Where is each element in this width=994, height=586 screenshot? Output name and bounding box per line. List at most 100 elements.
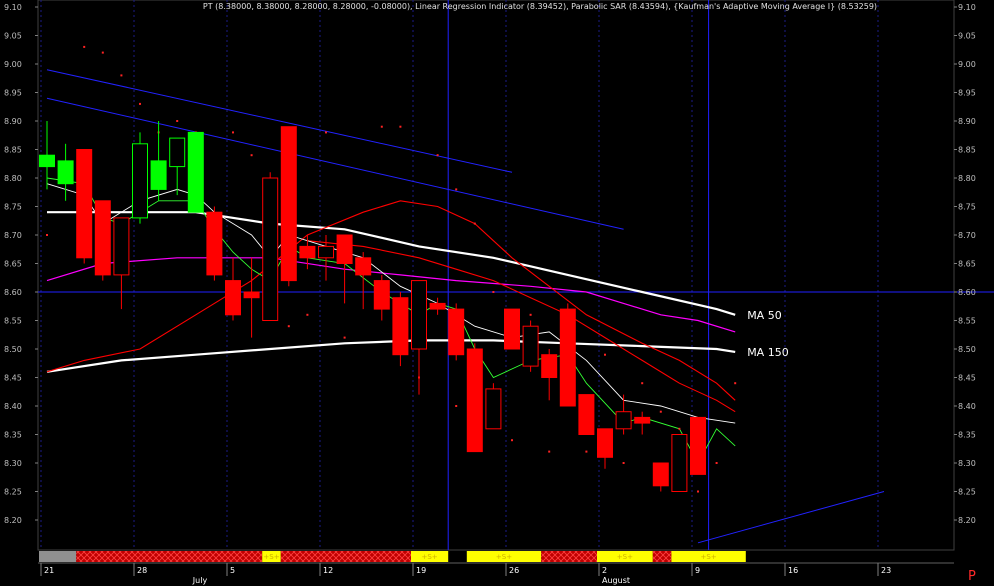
sar-dot [139, 102, 141, 105]
y-tick-label-right: 8.85 [958, 146, 976, 155]
y-tick-label-left: 8.30 [4, 459, 22, 468]
y-tick-label-right: 8.75 [958, 203, 976, 212]
y-tick-label-right: 8.20 [958, 516, 976, 525]
candle-body [355, 257, 372, 276]
candle-body [690, 416, 706, 475]
candle-body [541, 354, 558, 379]
sar-dot [287, 325, 290, 328]
series-label: MA 150 [747, 346, 789, 359]
signal-strip-segment [39, 551, 77, 562]
candle-body [225, 280, 241, 316]
sar-dot [697, 490, 699, 493]
sar-dot [473, 222, 476, 225]
signal-strip-label: +S+ [701, 553, 717, 561]
sar-dot [436, 154, 439, 157]
sar-dot [734, 382, 737, 385]
candle-body [615, 411, 632, 430]
y-tick-label-left: 8.85 [4, 146, 22, 155]
sar-dot [548, 450, 551, 453]
sar-dot [343, 336, 346, 339]
sar-dot [492, 291, 495, 293]
x-tick-label: 16 [788, 566, 798, 575]
candle-body [559, 308, 576, 407]
sar-dot [511, 439, 513, 442]
signal-strip-segment [280, 551, 411, 562]
sar-dot [380, 125, 383, 128]
sar-dot [678, 427, 681, 430]
y-tick-label-right: 8.30 [958, 459, 976, 468]
candle-body [652, 462, 669, 487]
sar-dot [325, 131, 327, 134]
y-tick-label-right: 8.45 [958, 374, 976, 383]
candle-body [280, 126, 297, 282]
candle-body [411, 280, 427, 350]
y-tick-label-right: 8.70 [958, 231, 976, 240]
x-tick-label: 12 [323, 566, 333, 575]
sar-dot [641, 382, 644, 385]
y-tick-label-left: 8.55 [4, 317, 22, 326]
y-tick-label-left: 9.00 [4, 60, 22, 69]
signal-strip-label: +S+ [496, 553, 512, 561]
y-tick-label-left: 8.50 [4, 345, 22, 354]
candle-body [57, 160, 74, 185]
candle-body [299, 245, 316, 259]
candle-body [132, 143, 148, 219]
sar-dot [659, 410, 662, 413]
y-tick-label-right: 8.40 [958, 402, 976, 411]
candle-body [318, 245, 334, 259]
y-tick-label-right: 9.00 [958, 60, 976, 69]
sar-dot [176, 120, 179, 122]
x-tick-label: 9 [695, 566, 700, 575]
candle-body [76, 149, 93, 259]
sar-dot [604, 353, 606, 356]
y-tick-label-left: 9.05 [4, 32, 22, 41]
y-tick-label-right: 8.65 [958, 260, 976, 269]
candle-body [578, 394, 595, 436]
y-tick-label-right: 9.05 [958, 32, 976, 41]
y-tick-label-right: 8.90 [958, 117, 976, 126]
x-month-label: July [192, 576, 208, 585]
signal-strip-label: +S+ [617, 553, 633, 561]
signal-strip-segment [541, 551, 597, 562]
signal-strip-segment [76, 551, 263, 562]
candle-body [206, 211, 223, 276]
candle-body [262, 177, 279, 321]
sar-dot [101, 51, 104, 54]
y-tick-label-left: 8.40 [4, 402, 22, 411]
sar-dot [715, 462, 718, 464]
x-tick-label: 23 [881, 566, 891, 575]
corner-label: P [968, 569, 976, 584]
x-tick-label: 21 [44, 566, 54, 575]
signal-strip-label: +S+ [263, 553, 279, 561]
sar-dot [622, 462, 625, 464]
sar-dot [250, 154, 253, 157]
candle-body [597, 428, 613, 458]
y-tick-label-left: 8.65 [4, 260, 22, 269]
sar-dot [83, 45, 86, 48]
candle-body [522, 325, 539, 367]
chart-title: PT (8.38000, 8.38000, 8.28000, 8.28000, … [203, 2, 877, 11]
x-tick-label: 19 [416, 566, 426, 575]
candle-body [466, 348, 483, 453]
candlestick-chart: 9.10 9.05 9.00 8.95 8.90 8.85 8.80 8.75 8.70 8.65… [0, 0, 994, 586]
y-tick-label-left: 8.80 [4, 174, 22, 183]
y-tick-label-left: 8.35 [4, 431, 22, 440]
x-tick-label: 2 [602, 566, 607, 575]
y-tick-label-left: 8.45 [4, 374, 22, 383]
sar-dot [399, 125, 402, 128]
x-tick-label: 28 [137, 566, 147, 575]
candle-body [169, 137, 186, 168]
candle-body [429, 302, 446, 310]
candle-body [243, 291, 260, 299]
candle-body [150, 160, 167, 190]
candle-body [187, 131, 204, 213]
candle-body [671, 434, 688, 492]
candle-body [94, 200, 111, 276]
sar-dot [306, 313, 309, 316]
sar-dot [455, 405, 458, 407]
signal-strip-segment [652, 551, 672, 562]
y-tick-label-right: 9.10 [958, 3, 976, 12]
sar-dot [46, 234, 48, 236]
x-tick-label: 26 [509, 566, 519, 575]
y-tick-label-left: 8.20 [4, 516, 22, 525]
